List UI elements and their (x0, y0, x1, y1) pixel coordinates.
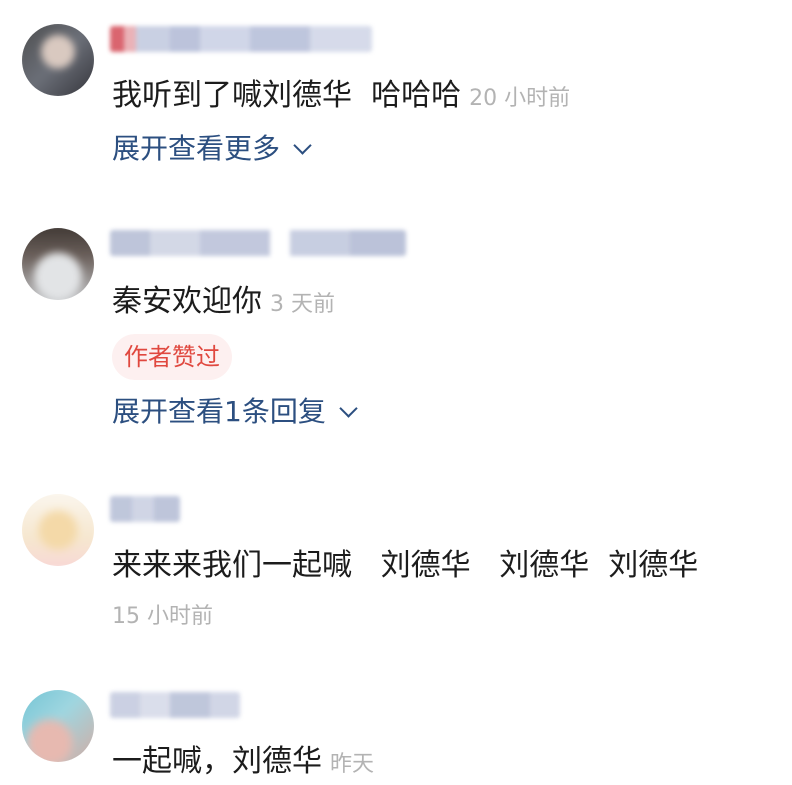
username[interactable] (110, 692, 240, 718)
avatar[interactable] (22, 690, 94, 762)
comment-text: 一起喊，刘德华 昨天 (112, 742, 374, 785)
comment-item: 一起喊，刘德华 昨天 (0, 0, 792, 782)
comment-time: 昨天 (330, 752, 375, 777)
comment-body: 一起喊，刘德华 (112, 744, 322, 779)
